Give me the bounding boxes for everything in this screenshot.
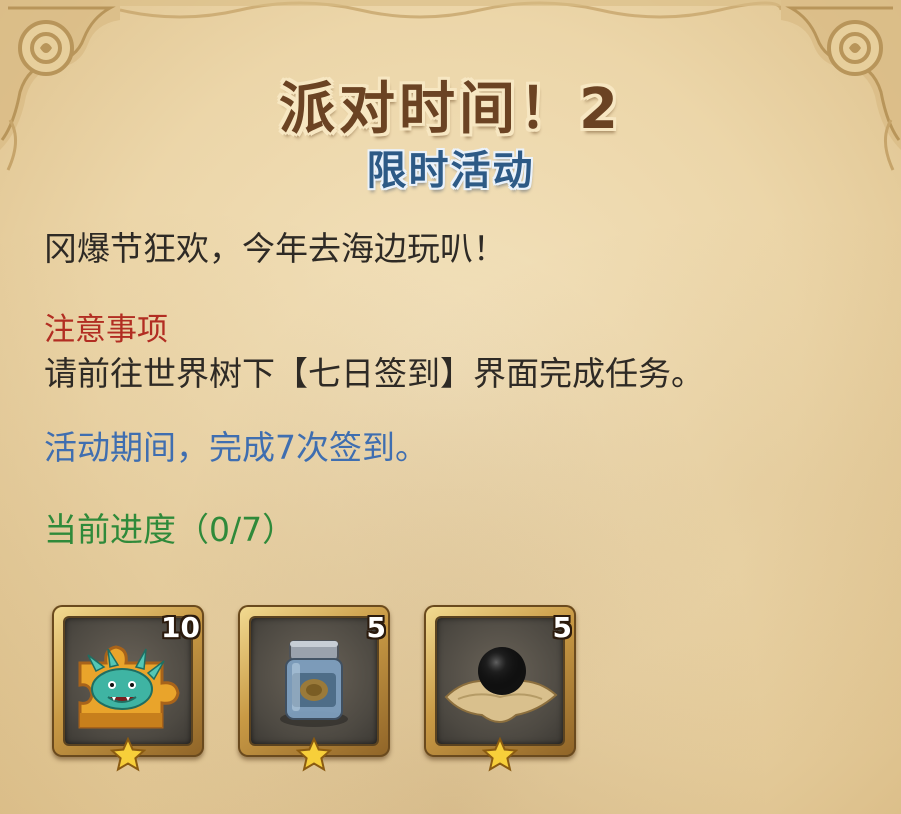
- event-panel: 派对时间！2 限时活动 冈爆节狂欢，今年去海边玩叭！ 注意事项 请前往世界树下【…: [0, 0, 901, 814]
- star-icon: [482, 737, 518, 772]
- progress-label: 当前进度（0/7）: [44, 510, 296, 549]
- star-icon: [110, 737, 146, 772]
- reward-slot-1[interactable]: 10: [52, 605, 204, 772]
- notice-heading: 注意事项: [44, 312, 168, 348]
- task-description: 活动期间，完成7次签到。: [44, 428, 428, 467]
- notice-body: 请前往世界树下【七日签到】界面完成任务。: [44, 354, 704, 393]
- event-subtitle: 限时活动: [366, 148, 535, 194]
- reward-count: 5: [366, 611, 386, 644]
- reward-slot-3[interactable]: 5: [424, 605, 576, 772]
- event-description: 冈爆节狂欢，今年去海边玩叭！: [44, 229, 506, 268]
- reward-slot-2[interactable]: 5: [238, 605, 390, 772]
- reward-count: 5: [552, 611, 572, 644]
- event-title: 派对时间！2: [279, 77, 622, 142]
- jar-icon: [280, 640, 348, 727]
- top-border-ornament: [120, 0, 781, 19]
- black-orb-icon: [444, 647, 558, 723]
- star-icon: [296, 737, 332, 772]
- reward-count: 10: [161, 611, 200, 644]
